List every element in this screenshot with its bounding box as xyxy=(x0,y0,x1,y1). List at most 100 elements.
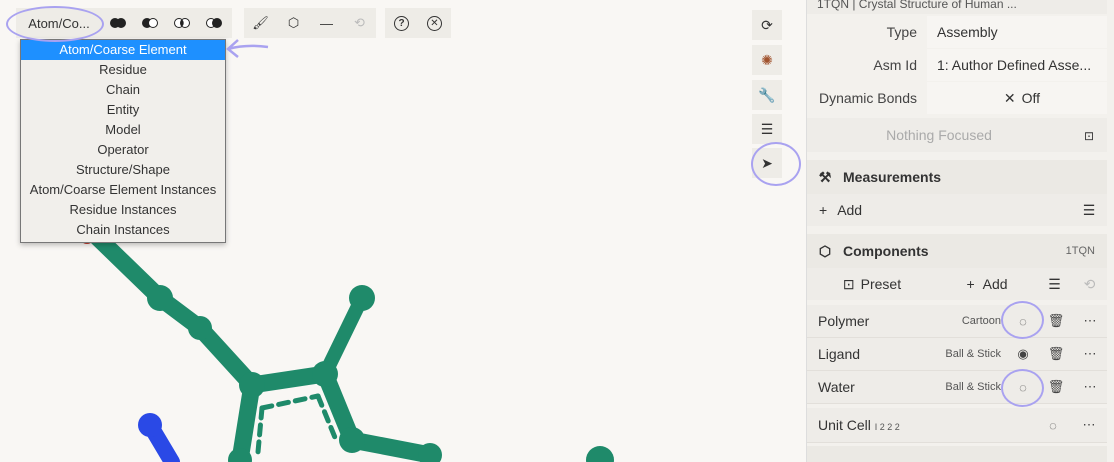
visibility-hidden-icon[interactable]: ◌ xyxy=(1035,418,1071,433)
select-all-button[interactable] xyxy=(102,8,134,38)
add-selection-icon xyxy=(142,18,158,28)
cube-icon: ⬡ xyxy=(287,15,300,30)
visibility-hidden-icon[interactable]: ◌ xyxy=(1007,380,1039,395)
measurements-title: Measurements xyxy=(843,169,942,185)
unit-cell-row[interactable]: Unit Cell I 2 2 2 ◌ ⋯ xyxy=(807,408,1107,443)
settings-button[interactable]: 🔧 xyxy=(752,80,782,110)
reset-camera-icon: ⟳ xyxy=(761,16,773,33)
minus-icon: — xyxy=(320,15,333,31)
dynamic-bonds-toggle[interactable]: ✕ Off xyxy=(927,82,1107,114)
unit-cell-space-group: I 2 2 2 xyxy=(874,422,900,432)
screenshot-icon: ✺ xyxy=(761,51,773,68)
reset-camera-button[interactable]: ⟳ xyxy=(752,10,782,40)
granularity-option[interactable]: Operator xyxy=(21,140,225,160)
close-icon: ✕ xyxy=(1003,89,1016,106)
paint-button[interactable]: 🖌 xyxy=(244,8,277,38)
sliders-icon: ☰ xyxy=(760,120,774,137)
subtract-selection-icon xyxy=(206,18,222,28)
visibility-hidden-icon[interactable]: ◌ xyxy=(1007,314,1039,329)
cube-button[interactable]: ⬡ xyxy=(277,8,310,38)
asm-id-value[interactable]: 1: Author Defined Asse... xyxy=(927,49,1107,81)
undo-history-icon: ⟲ xyxy=(1083,275,1096,292)
add-measurement-label: Add xyxy=(837,202,863,218)
dynamic-bonds-label: Dynamic Bonds xyxy=(818,90,917,106)
dynamic-bonds-value: Off xyxy=(1021,90,1041,106)
visibility-icon[interactable]: ◉ xyxy=(1007,346,1039,362)
3d-viewport[interactable]: Atom/Co... 🖌 ⬡ — ⟲ ? ✕ ⟳ ✺ 🔧 ☰ ➤ Atom/Co… xyxy=(0,0,806,462)
granularity-option[interactable]: Model xyxy=(21,120,225,140)
asm-id-label: Asm Id xyxy=(873,57,917,73)
undo-history-button[interactable]: ⟲ xyxy=(343,8,376,38)
add-measurement-button[interactable]: + Add xyxy=(807,202,1071,218)
granularity-option[interactable]: Residue xyxy=(21,60,225,80)
type-label: Type xyxy=(886,24,917,40)
structure-title[interactable]: 1TQN | Crystal Structure of Human ... xyxy=(807,0,1017,11)
minus-button[interactable]: — xyxy=(310,8,343,38)
component-name: Ligand xyxy=(818,346,861,362)
paint-icon: 🖌 xyxy=(252,15,269,30)
more-options-icon[interactable]: ⋯ xyxy=(1071,417,1107,433)
plus-icon: + xyxy=(819,202,828,218)
granularity-option[interactable]: Structure/Shape xyxy=(21,160,225,180)
component-representation[interactable]: Ball & Stick xyxy=(945,381,1007,393)
granularity-option[interactable]: Residue Instances xyxy=(21,200,225,220)
granularity-option[interactable]: Entity xyxy=(21,100,225,120)
focus-button[interactable]: ⊡ xyxy=(1071,127,1107,143)
help-button[interactable]: ? xyxy=(385,8,418,38)
measurement-options-button[interactable]: ☰ xyxy=(1071,202,1107,219)
screenshot-button[interactable]: ✺ xyxy=(752,45,782,75)
measurements-icon: ⚒ xyxy=(818,168,832,185)
preset-button[interactable]: ⊡ Preset xyxy=(807,276,937,293)
add-component-button[interactable]: + Add xyxy=(937,276,1037,292)
component-name: Water xyxy=(818,379,855,395)
granularity-select[interactable]: Atom/Co... xyxy=(16,8,102,38)
wrench-icon: 🔧 xyxy=(758,86,776,103)
component-row[interactable]: Ligand Ball & Stick ◉ 🗑 ⋯ xyxy=(807,338,1107,371)
component-history-button[interactable]: ⟲ xyxy=(1072,276,1107,293)
granularity-option[interactable]: Atom/Coarse Element Instances xyxy=(21,180,225,200)
select-all-icon xyxy=(110,18,126,28)
cursor-icon: ➤ xyxy=(761,154,773,171)
add-component-label: Add xyxy=(982,276,1008,292)
component-row[interactable]: Water Ball & Stick ◌ 🗑 ⋯ xyxy=(807,371,1107,404)
controls-button[interactable]: ☰ xyxy=(752,114,782,144)
delete-icon[interactable]: 🗑 xyxy=(1039,379,1073,395)
unit-cell-name: Unit Cell xyxy=(818,417,871,433)
components-header[interactable]: ⬡ Components 1TQN xyxy=(807,234,1107,268)
more-options-icon[interactable]: ⋯ xyxy=(1073,346,1107,362)
focus-target-icon: ⊡ xyxy=(1083,129,1095,143)
control-panel: 1TQN | Crystal Structure of Human ... Ty… xyxy=(806,0,1114,462)
undo-history-icon: ⟲ xyxy=(354,15,365,30)
component-options-button[interactable]: ☰ xyxy=(1037,276,1072,293)
components-id: 1TQN xyxy=(1065,245,1095,257)
cube-icon: ⬡ xyxy=(818,242,832,259)
plus-icon: + xyxy=(966,276,975,292)
help-icon: ? xyxy=(394,15,409,31)
granularity-option[interactable]: Chain xyxy=(21,80,225,100)
component-representation[interactable]: Cartoon xyxy=(962,315,1007,327)
selection-mode-button[interactable]: ➤ xyxy=(752,148,782,178)
intersect-selection-button[interactable] xyxy=(166,8,198,38)
more-options-icon[interactable]: ⋯ xyxy=(1073,313,1107,329)
delete-icon[interactable]: 🗑 xyxy=(1039,313,1073,329)
component-representation[interactable]: Ball & Stick xyxy=(945,348,1007,360)
intersect-selection-icon xyxy=(174,18,190,28)
next-section-header[interactable] xyxy=(807,446,1107,462)
granularity-dropdown: Atom/Coarse Element Residue Chain Entity Mod… xyxy=(20,39,226,243)
measurements-header[interactable]: ⚒ Measurements xyxy=(807,160,1107,194)
bookmark-icon: ⊡ xyxy=(842,275,855,292)
components-title: Components xyxy=(843,243,929,259)
granularity-option[interactable]: Chain Instances xyxy=(21,220,225,240)
add-selection-button[interactable] xyxy=(134,8,166,38)
sliders-icon: ☰ xyxy=(1048,275,1061,292)
subtract-selection-button[interactable] xyxy=(198,8,230,38)
focus-status: Nothing Focused xyxy=(886,127,992,143)
more-options-icon[interactable]: ⋯ xyxy=(1073,379,1107,395)
delete-icon[interactable]: 🗑 xyxy=(1039,346,1073,362)
annotation-arrow xyxy=(226,39,269,58)
preset-label: Preset xyxy=(860,276,902,292)
granularity-option[interactable]: Atom/Coarse Element xyxy=(21,40,225,60)
close-button[interactable]: ✕ xyxy=(418,8,451,38)
component-row[interactable]: Polymer Cartoon ◌ 🗑 ⋯ xyxy=(807,305,1107,338)
type-value[interactable]: Assembly xyxy=(927,16,1107,48)
